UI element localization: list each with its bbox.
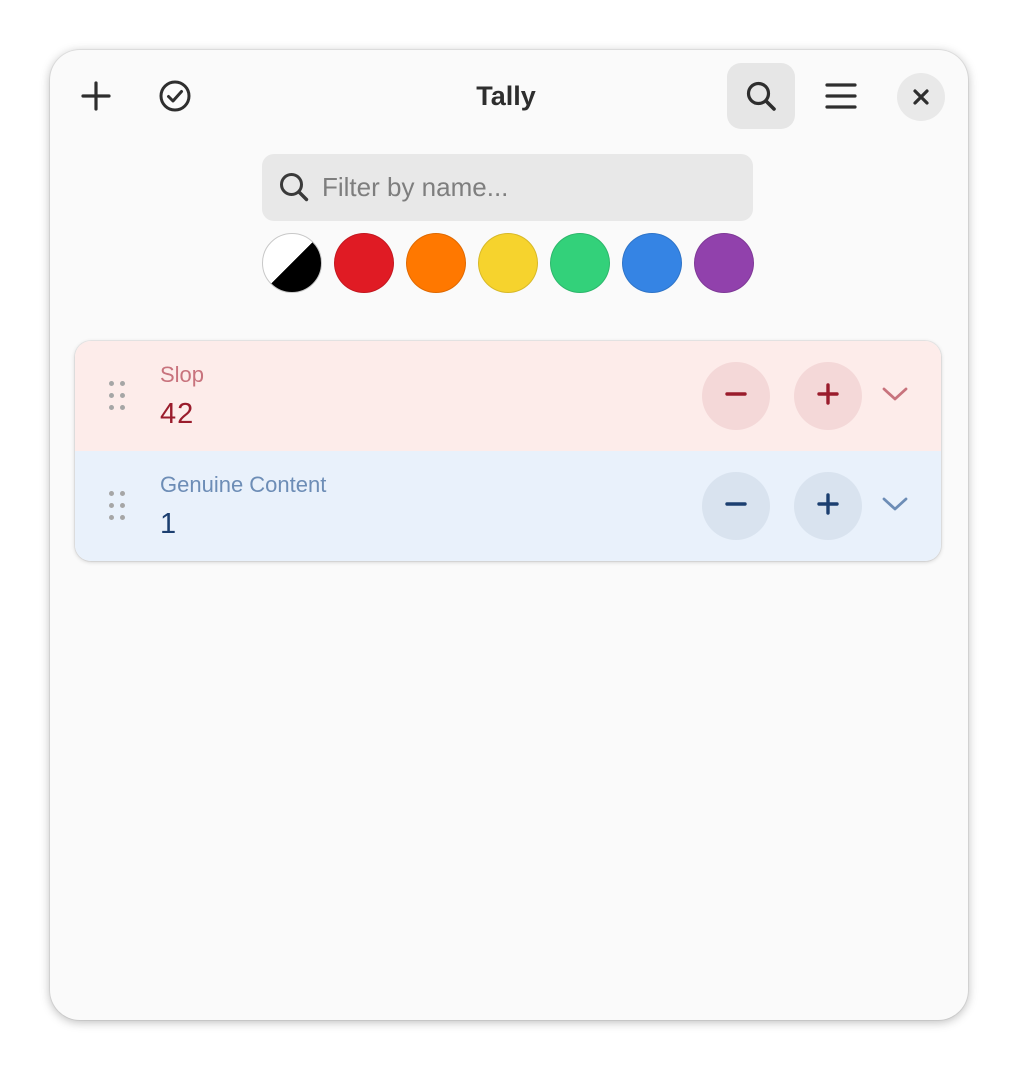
counter-name: Genuine Content (160, 472, 327, 497)
search-icon (745, 80, 777, 112)
counter-row: Genuine Content 1 (75, 451, 941, 561)
decrement-button[interactable] (702, 472, 770, 540)
increment-button[interactable] (794, 362, 862, 430)
color-filter-all[interactable] (262, 233, 322, 293)
hamburger-menu-icon (825, 82, 857, 110)
search-toggle-button[interactable] (727, 63, 795, 129)
counter-row: Slop 42 (75, 341, 941, 452)
window-title: Tally (476, 81, 536, 111)
chevron-down-icon (882, 496, 908, 517)
chevron-down-icon (882, 386, 908, 407)
plus-icon (816, 492, 840, 521)
color-filter-blue[interactable] (622, 233, 682, 293)
app-window: Tally Filter by name... Slop 42 Genuine … (50, 50, 968, 1020)
add-counter-button[interactable] (70, 63, 122, 129)
search-icon (278, 171, 310, 208)
color-filter-orange[interactable] (406, 233, 466, 293)
counter-list: Slop 42 Genuine Content 1 (75, 341, 941, 561)
plus-icon (816, 382, 840, 411)
minus-icon (724, 492, 748, 521)
drag-handle-icon[interactable] (107, 379, 129, 413)
expand-row-button[interactable] (878, 381, 912, 411)
counter-value: 1 (160, 508, 178, 540)
increment-button[interactable] (794, 472, 862, 540)
main-menu-button[interactable] (807, 63, 875, 129)
color-filter-yellow[interactable] (478, 233, 538, 293)
select-mode-button[interactable] (149, 63, 201, 129)
close-window-button[interactable] (897, 73, 945, 121)
color-filter-red[interactable] (334, 233, 394, 293)
drag-handle-icon[interactable] (107, 489, 129, 523)
color-filter-row (262, 233, 762, 295)
color-filter-purple[interactable] (694, 233, 754, 293)
decrement-button[interactable] (702, 362, 770, 430)
check-circle-icon (158, 79, 192, 113)
minus-icon (724, 382, 748, 411)
search-bar (262, 154, 753, 221)
color-filter-green[interactable] (550, 233, 610, 293)
counter-name: Slop (160, 362, 205, 387)
expand-row-button[interactable] (878, 491, 912, 521)
counter-value: 42 (160, 398, 195, 430)
plus-icon (80, 80, 112, 112)
search-input[interactable] (322, 154, 742, 221)
close-icon (912, 88, 930, 106)
